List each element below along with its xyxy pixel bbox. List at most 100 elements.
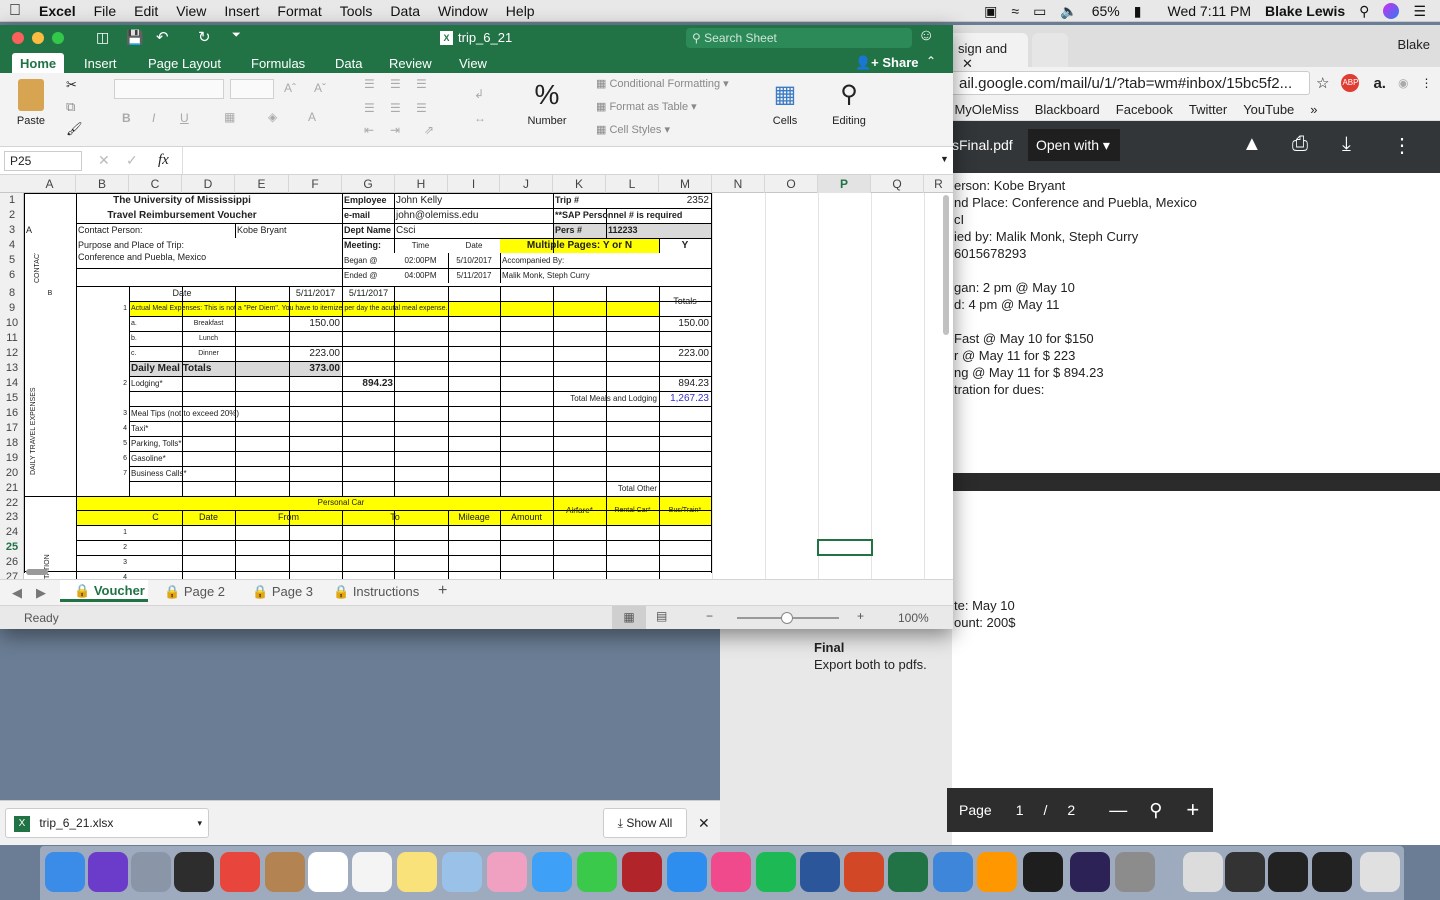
menu-view[interactable]: View — [167, 3, 215, 19]
notes-icon[interactable] — [397, 852, 437, 892]
row-header[interactable]: 19 — [0, 451, 24, 466]
menu-file[interactable]: File — [85, 3, 126, 19]
bookmark-star-icon[interactable]: ☆ — [1316, 74, 1329, 92]
align-middle-icon[interactable]: ☰ — [390, 77, 401, 91]
row-header[interactable]: 16 — [0, 406, 24, 421]
zoom-slider-knob[interactable] — [781, 612, 793, 624]
chrome-tab[interactable]: sign and ✕ — [948, 33, 1028, 71]
more-options-icon[interactable]: ⋮ — [1392, 133, 1412, 158]
align-top-icon[interactable]: ☰ — [364, 77, 375, 91]
eclipse-icon[interactable] — [1070, 852, 1110, 892]
worksheet-grid[interactable]: ABCDEFGHIJKLMNOPQR 1 2 3 4 5 6 8 9 10 11 12 13 14 15 1… — [0, 175, 953, 579]
zoom-out-icon[interactable]: — — [1109, 800, 1127, 821]
display-icon[interactable]: ▣ — [984, 3, 997, 20]
orientation-icon[interactable]: ⇗ — [424, 123, 434, 137]
insert-function-icon[interactable]: fx — [158, 152, 169, 169]
row-header[interactable]: 12 — [0, 346, 24, 361]
preview-icon[interactable] — [442, 852, 482, 892]
sidebar-toggle-icon[interactable]: ◫ — [96, 29, 109, 46]
row-header[interactable]: 13 — [0, 361, 24, 376]
column-header[interactable]: O — [765, 175, 818, 193]
sheet-tab-page-3[interactable]: 🔒 Page 3 — [252, 584, 313, 600]
column-header[interactable]: L — [606, 175, 659, 193]
horizontal-scrollbar-thumb[interactable] — [26, 569, 48, 575]
column-header[interactable]: I — [448, 175, 500, 193]
clock[interactable]: Wed 7:11 PM — [1167, 3, 1251, 19]
facetime-icon[interactable] — [577, 852, 617, 892]
paste-button[interactable]: Paste — [10, 79, 52, 127]
add-to-drive-icon[interactable]: ▲ — [1242, 133, 1262, 156]
align-center-icon[interactable]: ☰ — [390, 101, 401, 115]
copy-icon[interactable]: ⧉ — [66, 99, 75, 115]
extension-icon[interactable]: ◉ — [1398, 76, 1408, 90]
zoom-window-button[interactable] — [52, 32, 64, 44]
align-bottom-icon[interactable]: ☰ — [416, 77, 427, 91]
menu-data[interactable]: Data — [381, 3, 429, 19]
airplay-icon[interactable]: ▭ — [1033, 3, 1046, 20]
cell-styles-button[interactable]: ▦ Cell Styles ▾ — [596, 123, 670, 136]
siri-icon[interactable] — [88, 852, 128, 892]
bookmark-twitter[interactable]: Twitter — [1189, 102, 1227, 117]
decrease-font-icon[interactable]: Aˇ — [314, 81, 326, 95]
collapse-ribbon-icon[interactable]: ⌃ — [926, 54, 936, 68]
tab-insert[interactable]: Insert — [76, 53, 125, 74]
page-layout-view-icon[interactable]: ▤ — [656, 609, 667, 623]
bookmark-facebook[interactable]: Facebook — [1116, 102, 1173, 117]
sheet-tab-page-2[interactable]: 🔒 Page 2 — [164, 584, 225, 600]
row-header[interactable]: 6 — [0, 268, 24, 283]
excel-icon[interactable] — [888, 852, 928, 892]
row-header[interactable]: 21 — [0, 481, 24, 496]
photo-booth-icon[interactable] — [622, 852, 662, 892]
page-number[interactable]: 1 — [1016, 802, 1024, 818]
column-header[interactable]: J — [500, 175, 553, 193]
column-header[interactable]: G — [342, 175, 395, 193]
chrome-icon[interactable] — [220, 852, 260, 892]
tab-page-layout[interactable]: Page Layout — [140, 53, 229, 74]
underline-icon[interactable]: U — [180, 111, 189, 125]
row-header[interactable]: 15 — [0, 391, 24, 406]
tab-home[interactable]: Home — [12, 53, 65, 74]
zoom-in-icon[interactable]: + — [1186, 797, 1199, 823]
row-header[interactable]: 10 — [0, 316, 24, 331]
minimize-window-button[interactable] — [32, 32, 44, 44]
font-name-dropdown[interactable] — [114, 79, 224, 99]
bold-icon[interactable]: B — [122, 111, 131, 125]
column-header[interactable]: H — [395, 175, 448, 193]
address-bar[interactable]: ail.google.com/mail/u/1/?tab=wm#inbox/15… — [950, 71, 1310, 95]
row-header[interactable]: 20 — [0, 466, 24, 481]
trash-icon[interactable] — [1360, 852, 1400, 892]
chrome-menu-icon[interactable]: ⋮ — [1420, 76, 1432, 90]
battery-icon[interactable]: ▮ — [1134, 3, 1142, 20]
screenshot-stack-icon[interactable] — [1312, 852, 1352, 892]
zoom-slider[interactable] — [737, 612, 839, 624]
vertical-scrollbar-thumb[interactable] — [943, 195, 949, 335]
merge-icon[interactable]: ↔ — [474, 111, 486, 125]
confirm-entry-icon[interactable]: ✓ — [126, 152, 138, 169]
wrap-text-icon[interactable]: ↲ — [474, 87, 484, 101]
column-header[interactable]: M — [659, 175, 712, 193]
cells-button[interactable]: ▦ Cells — [762, 79, 808, 127]
activity-icon[interactable] — [174, 852, 214, 892]
menu-help[interactable]: Help — [497, 3, 544, 19]
menu-format[interactable]: Format — [268, 3, 330, 19]
cancel-entry-icon[interactable]: ✕ — [98, 152, 110, 169]
row-header[interactable]: 5 — [0, 253, 24, 268]
xcode-icon[interactable] — [933, 852, 973, 892]
column-header[interactable]: E — [235, 175, 289, 193]
save-icon[interactable]: 💾 — [126, 29, 143, 46]
menu-tools[interactable]: Tools — [331, 3, 382, 19]
sublime-icon[interactable] — [977, 852, 1017, 892]
prev-sheet-icon[interactable]: ◀ — [12, 585, 22, 601]
battery-percent[interactable]: 65% — [1092, 3, 1120, 19]
column-header[interactable]: F — [289, 175, 342, 193]
bookmarks-overflow-icon[interactable]: » — [1310, 102, 1317, 117]
adblock-icon[interactable]: ABP — [1341, 74, 1360, 92]
itunes-icon[interactable] — [711, 852, 751, 892]
row-header[interactable]: 9 — [0, 301, 24, 316]
column-header[interactable]: C — [129, 175, 182, 193]
row-header[interactable]: 2 — [0, 208, 24, 223]
expand-formula-icon[interactable]: ▼ — [940, 154, 949, 164]
row-header[interactable]: 24 — [0, 525, 24, 540]
zoom-level[interactable]: 100% — [898, 611, 929, 625]
row-header[interactable]: 18 — [0, 436, 24, 451]
